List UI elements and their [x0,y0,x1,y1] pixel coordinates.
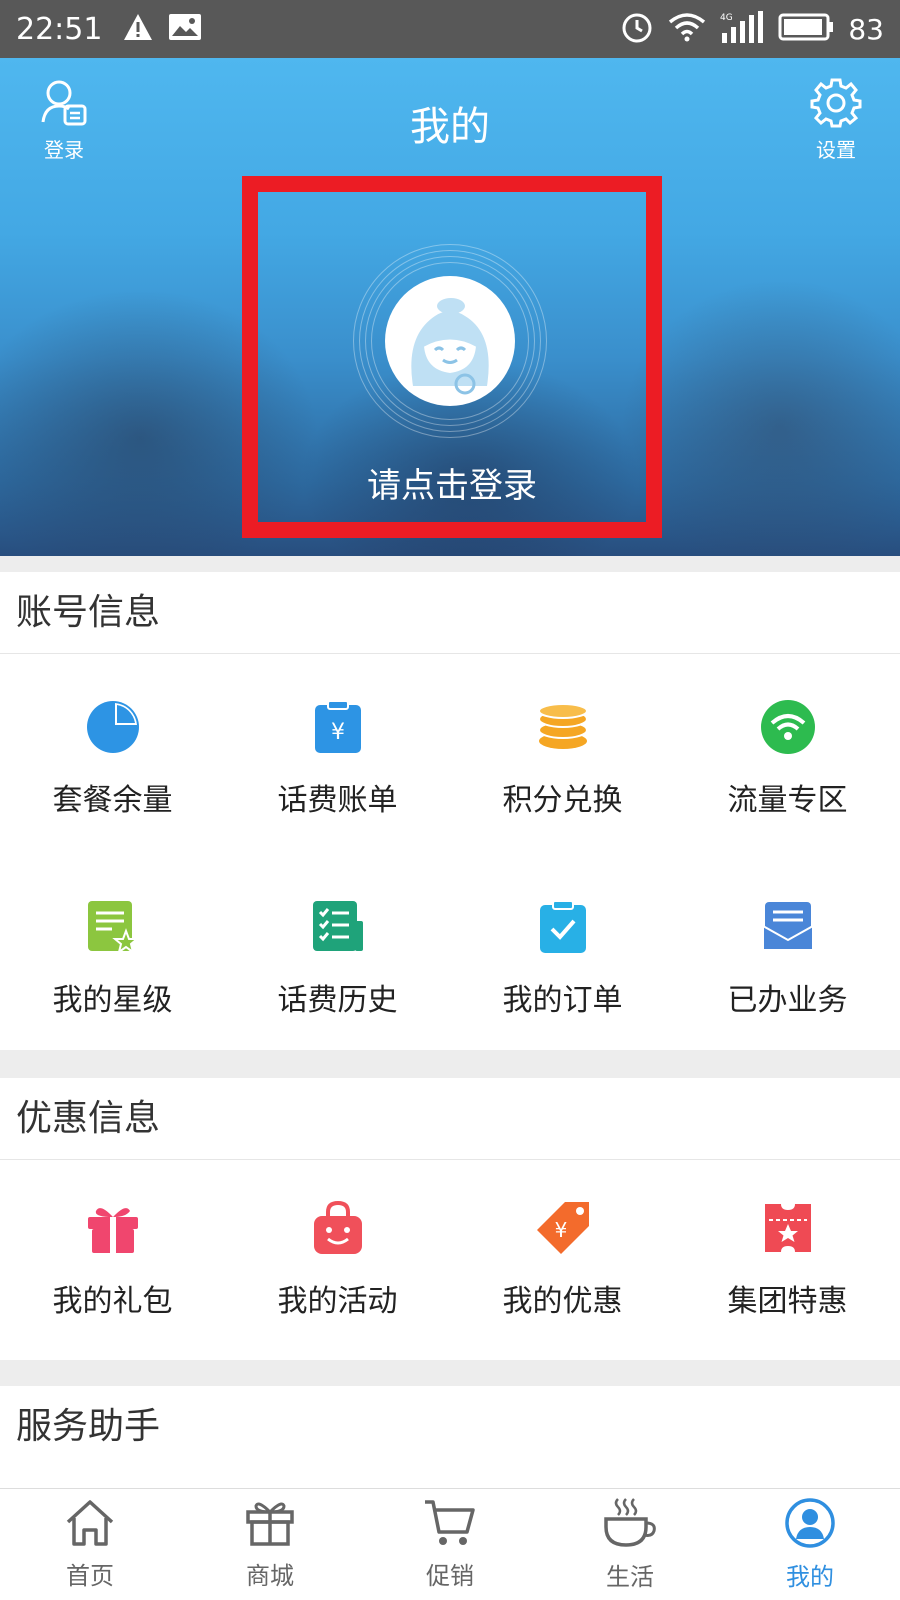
grid-item-label: 话费账单 [277,783,398,818]
svg-text:¥: ¥ [331,720,345,745]
nav-item-mine[interactable]: 我的 [720,1489,900,1600]
grid-item-label: 我的优惠 [502,1284,623,1319]
grid-item-my-discounts[interactable]: ¥ 我的优惠 [450,1160,675,1358]
grid-item-label: 积分兑换 [502,783,623,818]
bill-icon: ¥ [308,697,368,757]
settings-label: 设置 [816,138,856,162]
section-title: 服务助手 [16,1406,161,1447]
battery-icon [778,13,834,45]
grid-item-label: 我的订单 [502,983,623,1018]
coffee-icon [602,1497,658,1553]
grid-item-phone-bill[interactable]: ¥ 话费账单 [225,658,450,858]
price-tag-icon: ¥ [533,1198,593,1258]
grid-item-label: 我的活动 [277,1284,398,1319]
image-notification-icon [168,12,202,46]
gift-icon [83,1198,143,1258]
ticket-icon [758,1198,818,1258]
alarm-icon [620,10,654,48]
cart-icon [423,1498,477,1552]
grid-item-points-exchange[interactable]: 积分兑换 [450,658,675,858]
wifi-signal-icon [668,12,706,46]
nav-label: 首页 [66,1562,114,1590]
avatar-button[interactable] [353,244,547,438]
status-bar: 22:51 4G 83 [0,0,900,58]
status-time: 22:51 [16,11,103,47]
nav-label: 我的 [786,1563,834,1591]
grid-item-label: 我的礼包 [52,1284,173,1319]
wifi-icon [758,697,818,757]
avatar [385,276,515,406]
service-helper-section: 服务助手 [0,1386,900,1488]
nav-label: 促销 [426,1562,474,1590]
warning-icon [122,12,154,46]
grid-item-label: 套餐余量 [52,783,173,818]
home-icon [64,1498,116,1552]
shopping-bag-icon [308,1198,368,1258]
order-clipboard-icon [533,897,593,957]
grid-item-my-star-level[interactable]: 我的星级 [0,858,225,1058]
nav-label: 生活 [606,1563,654,1591]
gear-icon [810,78,862,132]
profile-icon [784,1497,836,1553]
profile-banner: 登录 我的 设置 请点击登录 [0,58,900,556]
section-title: 优惠信息 [0,1078,900,1160]
nav-item-promotions[interactable]: 促销 [360,1489,540,1600]
section-title: 账号信息 [0,572,900,654]
nav-item-home[interactable]: 首页 [0,1489,180,1600]
svg-text:¥: ¥ [554,1218,567,1242]
pie-chart-icon [83,697,143,757]
grid-item-group-deals[interactable]: 集团特惠 [675,1160,900,1358]
promo-info-section: 优惠信息 我的礼包 我的活动 ¥ 我的优惠 集团特惠 [0,1078,900,1360]
coins-icon [533,697,593,757]
grid-item-my-gift-pack[interactable]: 我的礼包 [0,1160,225,1358]
account-info-section: 账号信息 套餐余量 ¥ 话费账单 积分兑换 流量专区 我的星级 话费历史 我的订… [0,572,900,1050]
cellular-signal-icon: 4G [720,11,764,47]
grid-item-label: 我的星级 [52,983,173,1018]
grid-item-bill-history[interactable]: 话费历史 [225,858,450,1058]
grid-item-label: 流量专区 [727,783,848,818]
nav-label: 商城 [246,1562,294,1590]
nav-item-mall[interactable]: 商城 [180,1489,360,1600]
envelope-icon [758,897,818,957]
grid-item-completed-services[interactable]: 已办业务 [675,858,900,1058]
gift-box-icon [244,1498,296,1552]
page-title: 我的 [410,104,490,150]
grid-item-my-orders[interactable]: 我的订单 [450,858,675,1058]
nav-item-life[interactable]: 生活 [540,1489,720,1600]
star-doc-icon [83,897,143,957]
grid-item-data-zone[interactable]: 流量专区 [675,658,900,858]
grid-item-label: 已办业务 [727,983,848,1018]
grid-item-my-activities[interactable]: 我的活动 [225,1160,450,1358]
grid-item-label: 集团特惠 [727,1284,848,1319]
login-prompt[interactable]: 请点击登录 [242,458,662,507]
bottom-nav: 首页 商城 促销 生活 我的 [0,1488,900,1600]
svg-text:4G: 4G [720,13,733,23]
settings-button[interactable]: 设置 [806,76,866,163]
grid-item-label: 话费历史 [277,983,398,1018]
grid-item-package-balance[interactable]: 套餐余量 [0,658,225,858]
battery-percent: 83 [848,12,884,46]
history-list-icon [308,897,368,957]
